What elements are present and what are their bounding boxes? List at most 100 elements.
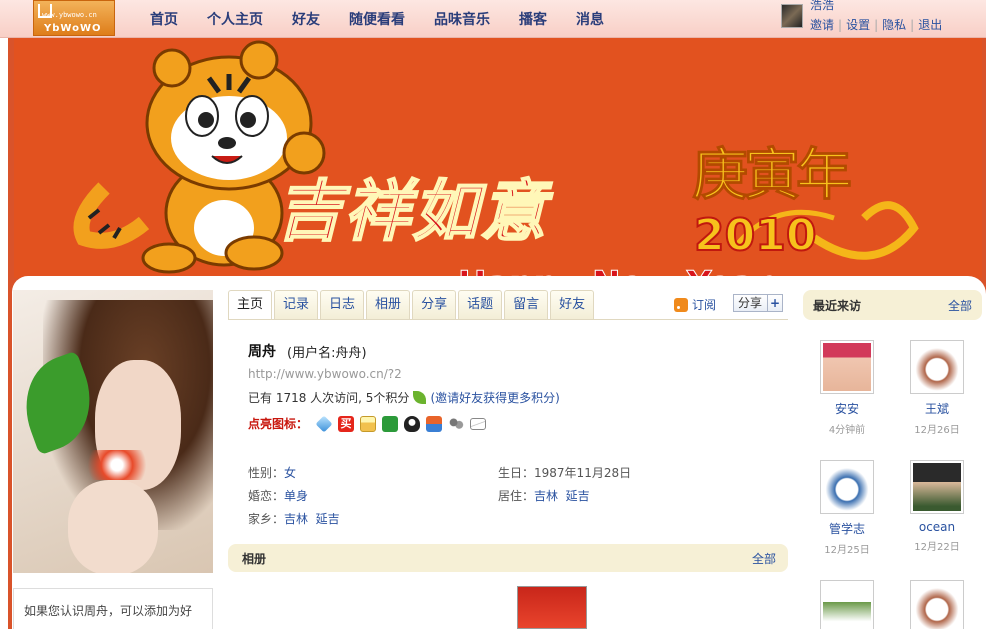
settings-link[interactable]: 设置 — [846, 18, 870, 32]
nav-profile[interactable]: 个人主页 — [207, 9, 263, 29]
invite-for-points-link[interactable]: (邀请好友获得更多积分) — [430, 389, 559, 406]
hometown-province[interactable]: 吉林 — [284, 512, 308, 526]
rss-icon — [674, 297, 688, 312]
plus-icon: + — [767, 295, 782, 311]
visitor-avatar[interactable] — [820, 580, 874, 629]
house-icon[interactable] — [426, 415, 443, 432]
visitor-avatar[interactable] — [820, 460, 874, 514]
album-all-link[interactable]: 全部 — [752, 550, 776, 567]
profile-stats: 已有 1718 人次访问, 5个积分 (邀请好友获得更多积分) — [248, 389, 560, 406]
visitor-time: 12月26日 — [914, 425, 960, 436]
nav-podcast[interactable]: 播客 — [519, 9, 547, 29]
main-nav: 首页 个人主页 好友 随便看看 品味音乐 播客 消息 — [150, 9, 633, 29]
marital-row: 婚恋：单身 — [248, 487, 308, 504]
tab-home[interactable]: 主页 — [228, 290, 273, 320]
nav-browse[interactable]: 随便看看 — [349, 9, 405, 29]
tab-blog[interactable]: 日志 — [320, 290, 365, 319]
group-icon[interactable] — [448, 415, 465, 432]
mail-icon[interactable] — [470, 417, 487, 430]
profile-url[interactable]: http://www.ybwowo.cn/?2 — [248, 367, 402, 381]
birthday-label: 生日： — [498, 466, 535, 480]
tab-divider — [228, 319, 788, 320]
gender-value[interactable]: 女 — [284, 466, 296, 480]
profile-banner: 吉祥如意 庚寅年 2010 庚寅年 Happy New Year — [14, 38, 982, 278]
user-name[interactable]: 浩浩 — [810, 0, 834, 13]
subscribe-link[interactable]: 订阅 — [674, 296, 716, 313]
diamond-icon[interactable] — [315, 415, 333, 432]
visit-stats-text: 已有 1718 人次访问, 5个积分 — [248, 391, 410, 405]
residence-label: 居住： — [498, 489, 535, 503]
visitor-item[interactable]: ocean 12月22日 — [902, 460, 972, 553]
add-friend-prompt: 如果您认识周舟，可以添加为好 — [13, 588, 213, 629]
visitor-name[interactable]: 安安 — [812, 400, 882, 417]
visitor-item[interactable] — [902, 580, 972, 629]
tab-shares[interactable]: 分享 — [412, 290, 457, 319]
lit-icons-label: 点亮图标： — [248, 417, 309, 431]
visitor-avatar[interactable] — [820, 340, 874, 394]
residence-row: 居住：吉林 延吉 — [498, 487, 590, 504]
visitor-avatar[interactable] — [910, 340, 964, 394]
marital-value[interactable]: 单身 — [284, 489, 308, 503]
add-friend-text: 如果您认识周舟，可以添加为好 — [24, 604, 193, 618]
nav-music[interactable]: 品味音乐 — [434, 9, 490, 29]
profile-tabs: 主页 记录 日志 相册 分享 话题 留言 好友 — [228, 290, 596, 320]
banner-year-chinese: 庚寅年 — [692, 142, 853, 209]
logo-url-text: www.ybwowo.cn — [42, 11, 97, 19]
birthday-value: 1987年11月28日 — [534, 466, 632, 480]
tab-albums[interactable]: 相册 — [366, 290, 411, 319]
gender-label: 性别： — [248, 466, 285, 480]
tab-guestbook[interactable]: 留言 — [504, 290, 549, 319]
tab-friends[interactable]: 好友 — [550, 290, 595, 319]
visitor-item[interactable]: 王斌 12月26日 — [902, 340, 972, 436]
green-home-icon[interactable] — [382, 415, 399, 432]
residence-city[interactable]: 延吉 — [566, 489, 590, 503]
album-title: 相册 — [242, 552, 267, 566]
visitor-item[interactable]: 管学志 12月25日 — [812, 460, 882, 556]
banner-year-number: 2010 — [693, 209, 817, 262]
user-avatar[interactable] — [781, 4, 803, 28]
lit-icons-row: 点亮图标： 买 — [248, 415, 487, 432]
logo-brand-text: YbWoWO — [44, 23, 102, 34]
album-section-header — [228, 544, 788, 572]
visitor-avatar[interactable] — [910, 580, 964, 629]
visitor-avatar[interactable] — [910, 460, 964, 514]
tab-topics[interactable]: 话题 — [458, 290, 503, 319]
privacy-link[interactable]: 隐私 — [882, 18, 906, 32]
visitor-item[interactable]: 安安 4分钟前 — [812, 340, 882, 436]
birthday-row: 生日：1987年11月28日 — [498, 464, 631, 481]
gender-row: 性别：女 — [248, 464, 296, 481]
hometown-label: 家乡： — [248, 512, 285, 526]
album-thumbnail[interactable] — [517, 586, 587, 629]
tab-records[interactable]: 记录 — [274, 290, 319, 319]
points-leaf-icon — [413, 391, 427, 404]
hometown-city[interactable]: 延吉 — [316, 512, 340, 526]
marital-label: 婚恋： — [248, 489, 285, 503]
visitor-name[interactable]: 王斌 — [902, 400, 972, 417]
visitor-time: 12月22日 — [914, 542, 960, 553]
invite-link[interactable]: 邀请 — [810, 18, 834, 32]
user-links: 邀请 | 设置 | 隐私 | 退出 — [810, 18, 943, 32]
buy-icon[interactable]: 买 — [338, 415, 355, 432]
share-label: 分享 — [738, 296, 763, 310]
logout-link[interactable]: 退出 — [918, 18, 942, 32]
residence-province[interactable]: 吉林 — [534, 489, 558, 503]
nav-home[interactable]: 首页 — [150, 9, 178, 29]
hometown-row: 家乡：吉林 延吉 — [248, 510, 340, 527]
visitor-time: 4分钟前 — [828, 425, 866, 436]
nav-messages[interactable]: 消息 — [576, 9, 604, 29]
visitor-item[interactable] — [812, 580, 882, 629]
site-logo[interactable]: www.ybwowo.cn YbWoWO — [33, 0, 115, 36]
visitor-name[interactable]: ocean — [902, 520, 972, 534]
profile-photo[interactable] — [13, 290, 213, 573]
recent-visitors-all-link[interactable]: 全部 — [948, 297, 972, 314]
profile-name: 周舟 — [248, 344, 276, 360]
qq-penguin-icon[interactable] — [404, 415, 421, 432]
banner-slogan: 吉祥如意 — [275, 171, 548, 251]
visitor-name[interactable]: 管学志 — [812, 520, 882, 537]
recent-visitors-title: 最近来访 — [813, 299, 862, 313]
nav-friends[interactable]: 好友 — [292, 9, 320, 29]
share-button[interactable]: 分享 + — [733, 294, 783, 312]
cake-icon[interactable] — [360, 415, 377, 432]
visitor-time: 12月25日 — [824, 545, 870, 556]
top-navigation-bar: www.ybwowo.cn YbWoWO 首页 个人主页 好友 随便看看 品味音… — [0, 0, 986, 38]
